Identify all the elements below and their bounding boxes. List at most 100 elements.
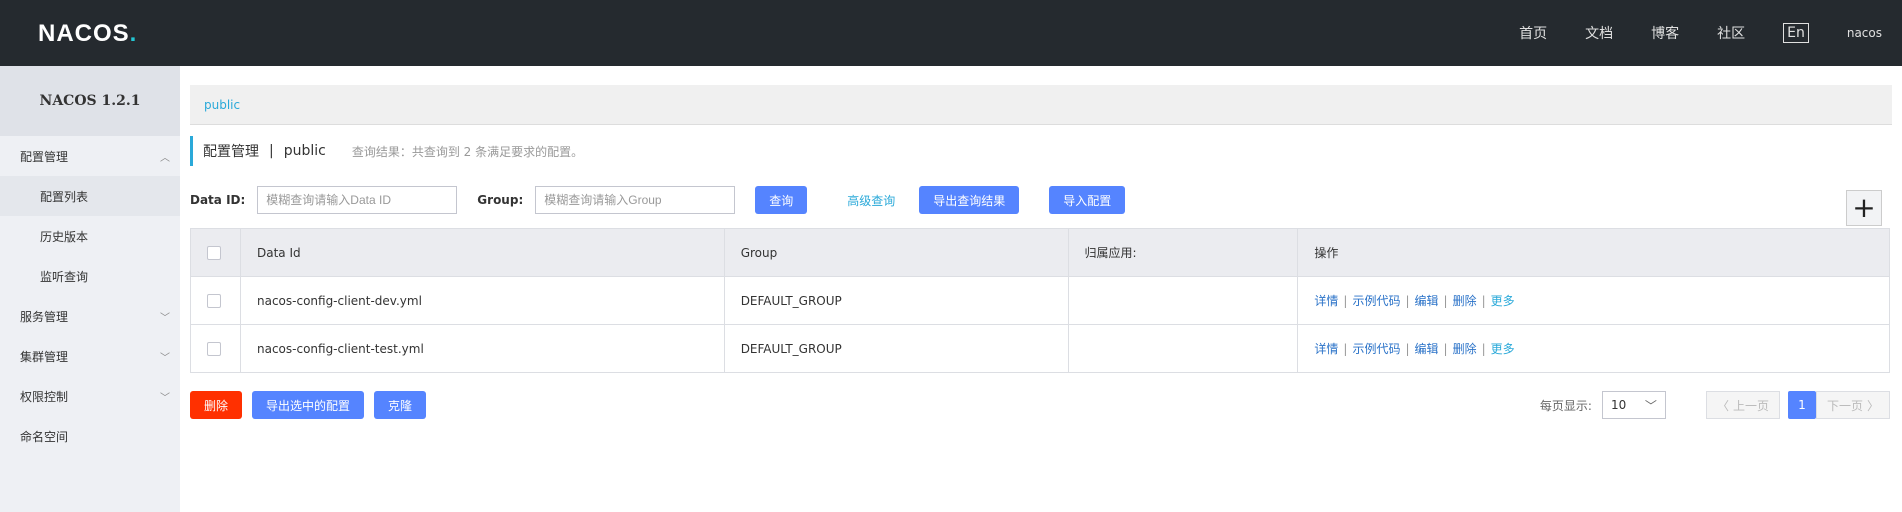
page-title-text: 配置管理 <box>203 144 259 160</box>
table-row: nacos-config-client-test.yml DEFAULT_GRO… <box>190 324 1890 373</box>
import-config-button[interactable]: 导入配置 <box>1049 186 1126 214</box>
logo-text: NACOS <box>38 20 130 47</box>
more-link[interactable]: 更多 <box>1491 294 1515 308</box>
nacos-logo[interactable]: NACOS. <box>38 20 137 48</box>
query-button[interactable]: 查询 <box>755 186 808 214</box>
advanced-query-link[interactable]: 高级查询 <box>847 192 895 209</box>
add-config-button[interactable]: + <box>1846 190 1882 226</box>
sidebar-group-cluster[interactable]: 集群管理 ﹀ <box>0 336 180 376</box>
cell-data-id: nacos-config-client-dev.yml <box>239 276 725 325</box>
export-selected-button[interactable]: 导出选中的配置 <box>252 391 365 419</box>
namespace-tab-public[interactable]: public <box>204 98 240 112</box>
sidebar-group-label: 服务管理 <box>20 309 69 324</box>
chevron-down-icon: ﹀ <box>1644 398 1657 413</box>
sidebar-group-namespace[interactable]: 命名空间 <box>0 416 180 456</box>
sample-code-link[interactable]: 示例代码 <box>1352 294 1400 308</box>
row-select-cell <box>190 324 241 373</box>
edit-link[interactable]: 编辑 <box>1415 294 1439 308</box>
sidebar-item-history[interactable]: 历史版本 <box>0 216 180 256</box>
cell-app <box>1067 276 1299 325</box>
sidebar-group-label: 配置管理 <box>20 149 69 164</box>
column-header-app[interactable]: 归属应用: <box>1067 228 1299 277</box>
op-separator: | <box>1481 342 1486 356</box>
page-title-namespace: public <box>283 143 326 159</box>
sidebar-group-auth[interactable]: 权限控制 ﹀ <box>0 376 180 416</box>
cell-app <box>1067 324 1299 373</box>
batch-delete-button[interactable]: 删除 <box>190 391 243 419</box>
page-size-label: 每页显示: <box>1539 398 1592 413</box>
cell-group: DEFAULT_GROUP <box>723 324 1069 373</box>
nav-blog[interactable]: 博客 <box>1651 23 1679 43</box>
row-checkbox[interactable] <box>207 293 221 308</box>
sidebar-item-config-list[interactable]: 配置列表 <box>0 176 180 216</box>
select-all-checkbox[interactable] <box>207 245 221 260</box>
sidebar-group-config[interactable]: 配置管理 ︿ <box>0 136 180 176</box>
logo-dot: . <box>129 20 138 47</box>
page-number-current[interactable]: 1 <box>1787 391 1816 419</box>
cell-actions: 详情 | 示例代码 | 编辑 | 删除 | 更多 <box>1297 324 1890 373</box>
batch-actions: 删除 导出选中的配置 克隆 <box>190 391 427 419</box>
cell-actions: 详情 | 示例代码 | 编辑 | 删除 | 更多 <box>1297 276 1890 325</box>
sidebar-item-listener[interactable]: 监听查询 <box>0 256 180 296</box>
clone-button[interactable]: 克隆 <box>374 391 427 419</box>
more-link[interactable]: 更多 <box>1491 342 1515 356</box>
export-query-results-button[interactable]: 导出查询结果 <box>919 186 1020 214</box>
chevron-up-icon: ︿ <box>160 152 170 164</box>
top-header: NACOS. 首页 文档 博客 社区 En nacos <box>0 0 1902 66</box>
prev-page-button[interactable]: 〈上一页 <box>1705 391 1780 419</box>
bottom-toolbar: 删除 导出选中的配置 克隆 每页显示: 10 ﹀ 〈上一页 1 下一页〉 <box>190 391 1890 419</box>
table-row: nacos-config-client-dev.yml DEFAULT_GROU… <box>190 276 1890 325</box>
delete-link[interactable]: 删除 <box>1453 294 1477 308</box>
sidebar-title: NACOS 1.2.1 <box>0 66 180 136</box>
next-page-button[interactable]: 下一页〉 <box>1815 391 1890 419</box>
data-id-input[interactable] <box>257 186 458 214</box>
data-id-label: Data ID: <box>190 193 246 207</box>
group-input[interactable] <box>535 186 736 214</box>
top-nav: 首页 文档 博客 社区 En nacos <box>1519 0 1902 66</box>
nav-docs[interactable]: 文档 <box>1585 23 1613 43</box>
details-link[interactable]: 详情 <box>1314 342 1338 356</box>
op-separator: | <box>1343 342 1348 356</box>
chevron-down-icon: ﹀ <box>160 392 170 404</box>
sidebar-group-label: 集群管理 <box>20 349 69 364</box>
group-label: Group: <box>477 193 524 207</box>
table-header-row: Data Id Group 归属应用: 操作 <box>190 228 1890 277</box>
op-separator: | <box>1405 294 1410 308</box>
prev-page-label: 上一页 <box>1732 398 1769 413</box>
select-all-cell <box>190 228 241 277</box>
config-table: Data Id Group 归属应用: 操作 nacos-config-clie… <box>190 228 1890 373</box>
pagination: 每页显示: 10 ﹀ 〈上一页 1 下一页〉 <box>1540 391 1890 419</box>
op-separator: | <box>1443 294 1448 308</box>
sample-code-link[interactable]: 示例代码 <box>1352 342 1400 356</box>
search-bar: Data ID: Group: 查询 高级查询 导出查询结果 导入配置 <box>190 186 1892 214</box>
sidebar-group-service[interactable]: 服务管理 ﹀ <box>0 296 180 336</box>
page-size-value: 10 <box>1610 398 1627 412</box>
sidebar: NACOS 1.2.1 配置管理 ︿ 配置列表 历史版本 监听查询 服务管理 ﹀… <box>0 66 180 512</box>
query-result-text: 查询结果：共查询到 2 条满足要求的配置。 <box>351 144 584 159</box>
column-header-actions: 操作 <box>1297 228 1890 277</box>
row-select-cell <box>190 276 241 325</box>
chevron-left-icon: 〈 <box>1716 398 1729 413</box>
plus-icon: + <box>1852 191 1876 224</box>
chevron-right-icon: 〉 <box>1866 398 1879 413</box>
op-separator: | <box>1481 294 1486 308</box>
language-toggle[interactable]: En <box>1783 23 1809 43</box>
namespace-bar: public <box>190 85 1892 125</box>
cell-group: DEFAULT_GROUP <box>723 276 1069 325</box>
nav-community[interactable]: 社区 <box>1717 23 1745 43</box>
chevron-down-icon: ﹀ <box>160 312 170 324</box>
nav-home[interactable]: 首页 <box>1519 23 1547 43</box>
user-name[interactable]: nacos <box>1847 26 1882 40</box>
details-link[interactable]: 详情 <box>1314 294 1338 308</box>
op-separator: | <box>1405 342 1410 356</box>
page-title: 配置管理 | public 查询结果：共查询到 2 条满足要求的配置。 <box>190 136 583 166</box>
op-separator: | <box>1343 294 1348 308</box>
row-checkbox[interactable] <box>207 341 221 356</box>
page-size-select[interactable]: 10 ﹀ <box>1601 391 1666 419</box>
next-page-label: 下一页 <box>1826 398 1863 413</box>
chevron-down-icon: ﹀ <box>160 352 170 364</box>
column-header-data-id[interactable]: Data Id <box>239 228 725 277</box>
delete-link[interactable]: 删除 <box>1453 342 1477 356</box>
column-header-group[interactable]: Group <box>723 228 1069 277</box>
edit-link[interactable]: 编辑 <box>1415 342 1439 356</box>
